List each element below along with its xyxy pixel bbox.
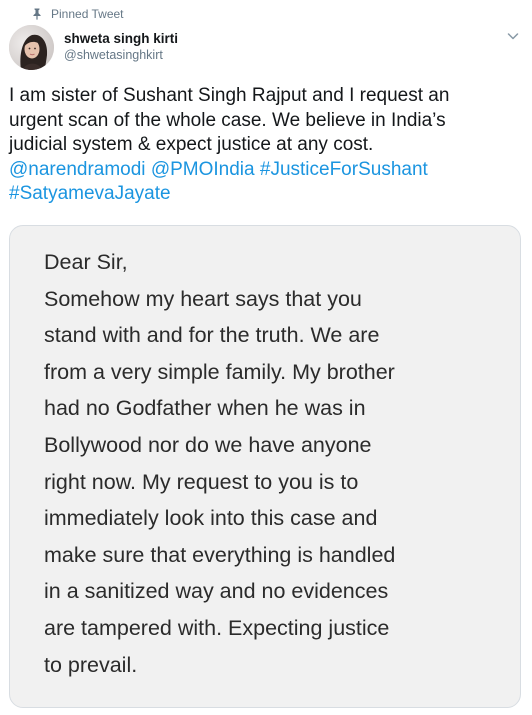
- letter-line: had no Godfather when he was in: [44, 396, 366, 421]
- author-handle[interactable]: @shwetasinghkirt: [64, 47, 178, 63]
- hashtag-justiceforsushant[interactable]: #JusticeForSushant: [260, 159, 428, 180]
- tweet-text-line: urgent scan of the whole case. We believ…: [9, 109, 446, 131]
- letter-line: Bollywood nor do we have anyone: [44, 432, 372, 457]
- letter-line: stand with and for the truth. We are: [44, 323, 380, 348]
- tweet-text-line: judicial system & expect justice at any …: [9, 134, 374, 155]
- hashtag-satyamevajayate[interactable]: #SatyamevaJayate: [9, 183, 171, 204]
- avatar[interactable]: [9, 25, 54, 70]
- letter-line: to prevail.: [44, 652, 138, 677]
- tweet-media-image[interactable]: Dear Sir, Somehow my heart says that you…: [9, 225, 521, 708]
- letter-line: Somehow my heart says that you: [44, 286, 362, 311]
- pin-icon: [32, 8, 42, 20]
- author-block[interactable]: shweta singh kirti @shwetasinghkirt: [64, 30, 178, 63]
- mention-narendramodi[interactable]: @narendramodi: [9, 159, 146, 180]
- author-display-name[interactable]: shweta singh kirti: [64, 30, 178, 47]
- mention-pmoindia[interactable]: @PMOIndia: [151, 159, 255, 180]
- letter-line: Dear Sir,: [44, 250, 128, 274]
- letter-line: from a very simple family. My brother: [44, 359, 395, 384]
- letter-line: right now. My request to you is to: [44, 469, 359, 494]
- tweet-text: I am sister of Sushant Singh Rajput and …: [9, 84, 524, 207]
- pinned-label: Pinned Tweet: [51, 7, 124, 21]
- tweet-tags-line: @narendramodi @PMOIndia #JusticeForSusha…: [9, 158, 524, 183]
- letter-line: make sure that everything is handled: [44, 542, 396, 567]
- letter-line: are tampered with. Expecting justice: [44, 615, 390, 640]
- chevron-down-icon[interactable]: [506, 29, 520, 43]
- pinned-indicator: Pinned Tweet: [32, 7, 124, 21]
- letter-line: immediately look into this case and: [44, 506, 378, 531]
- tweet-tags-line: #SatyamevaJayate: [9, 182, 524, 207]
- letter-text: Dear Sir, Somehow my heart says that you…: [44, 244, 514, 683]
- letter-line: in a sanitized way and no evidences: [44, 579, 389, 604]
- tweet-text-line: I am sister of Sushant Singh Rajput and …: [9, 85, 450, 106]
